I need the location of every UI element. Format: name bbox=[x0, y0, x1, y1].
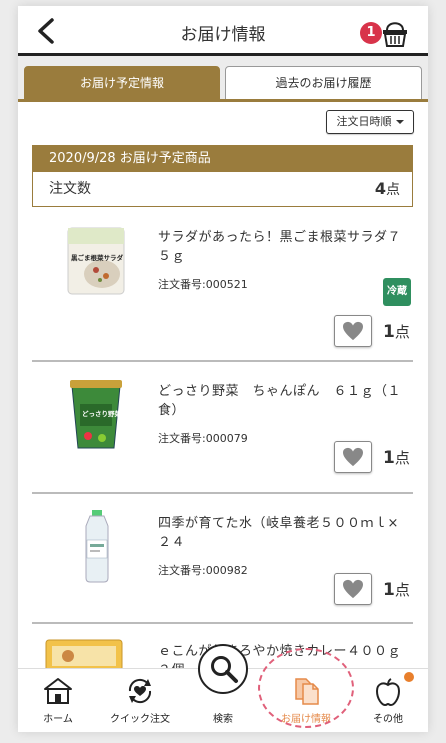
svg-text:どっさり野菜: どっさり野菜 bbox=[82, 409, 122, 418]
nav-search-label: 検索 bbox=[213, 714, 233, 725]
nav-quick-order[interactable]: クイック注文 bbox=[104, 669, 176, 732]
app-header: お届け情報 1 bbox=[18, 6, 428, 56]
apple-icon bbox=[375, 678, 401, 707]
heart-icon bbox=[343, 321, 363, 341]
phone-frame: お届け情報 1 お届け予定情報 過去のお届け履歴 注文日時順 2020/9/28… bbox=[18, 6, 428, 732]
magnifier-icon bbox=[211, 656, 238, 683]
product-name[interactable]: 四季が育てた水（岐阜養老５００ｍｌ×２４ bbox=[158, 514, 408, 552]
refrigerated-badge: 冷蔵 bbox=[383, 278, 411, 306]
order-count-value: 4点 bbox=[374, 179, 400, 198]
delivery-summary: 2020/9/28 お届け予定商品 注文数 4点 bbox=[32, 145, 413, 207]
cart-button[interactable]: 1 bbox=[360, 16, 412, 50]
favorite-button[interactable] bbox=[334, 573, 372, 605]
svg-text:黒ごま根菜サラダ: 黒ごま根菜サラダ bbox=[71, 253, 124, 262]
nav-other-label: その他 bbox=[373, 714, 403, 725]
quick-order-icon bbox=[128, 678, 152, 704]
quantity: 1点 bbox=[383, 322, 410, 342]
tab-delivery-history[interactable]: 過去のお届け履歴 bbox=[225, 66, 422, 100]
tab-bar: お届け予定情報 過去のお届け履歴 bbox=[18, 56, 428, 102]
tab-underline bbox=[18, 99, 428, 102]
order-number: 注文番号:000982 bbox=[158, 564, 248, 577]
sort-dropdown[interactable]: 注文日時順 bbox=[326, 110, 414, 134]
order-count-label: 注文数 bbox=[49, 181, 91, 197]
list-item[interactable]: 黒ごま根菜サラダ サラダがあったら！黒ごま根菜サラダ７５ｇ 注文番号:00052… bbox=[32, 214, 413, 362]
active-nav-highlight bbox=[258, 648, 354, 728]
search-button[interactable] bbox=[198, 644, 248, 694]
quantity: 1点 bbox=[383, 580, 410, 600]
order-number: 注文番号:000079 bbox=[158, 432, 248, 445]
product-image: どっさり野菜 bbox=[70, 380, 122, 449]
product-name[interactable]: どっさり野菜 ちゃんぽん ６１ｇ（１食） bbox=[158, 382, 408, 420]
heart-icon bbox=[343, 579, 363, 599]
nav-home[interactable]: ホーム bbox=[26, 669, 90, 732]
nav-home-label: ホーム bbox=[43, 714, 73, 725]
caret-down-icon bbox=[395, 120, 404, 124]
summary-heading: 2020/9/28 お届け予定商品 bbox=[33, 146, 412, 172]
home-icon bbox=[44, 678, 72, 704]
favorite-button[interactable] bbox=[334, 315, 372, 347]
product-image: 黒ごま根菜サラダ bbox=[67, 227, 125, 295]
quantity: 1点 bbox=[383, 448, 410, 468]
list-item[interactable]: 四季が育てた水（岐阜養老５００ｍｌ×２４ 注文番号:000982 1点 bbox=[32, 496, 413, 624]
notification-dot bbox=[404, 672, 414, 682]
product-name[interactable]: サラダがあったら！黒ごま根菜サラダ７５ｇ bbox=[158, 228, 408, 266]
product-image bbox=[85, 510, 109, 583]
order-number: 注文番号:000521 bbox=[158, 278, 248, 291]
order-count-row: 注文数 4点 bbox=[33, 172, 412, 206]
list-item[interactable]: どっさり野菜 どっさり野菜 ちゃんぽん ６１ｇ（１食） 注文番号:000079 … bbox=[32, 364, 413, 494]
nav-quick-order-label: クイック注文 bbox=[110, 714, 170, 725]
tab-scheduled-delivery[interactable]: お届け予定情報 bbox=[24, 66, 220, 100]
heart-icon bbox=[343, 447, 363, 467]
cart-count-badge: 1 bbox=[360, 22, 382, 44]
favorite-button[interactable] bbox=[334, 441, 372, 473]
sort-label: 注文日時順 bbox=[336, 115, 392, 128]
basket-icon bbox=[383, 22, 407, 47]
